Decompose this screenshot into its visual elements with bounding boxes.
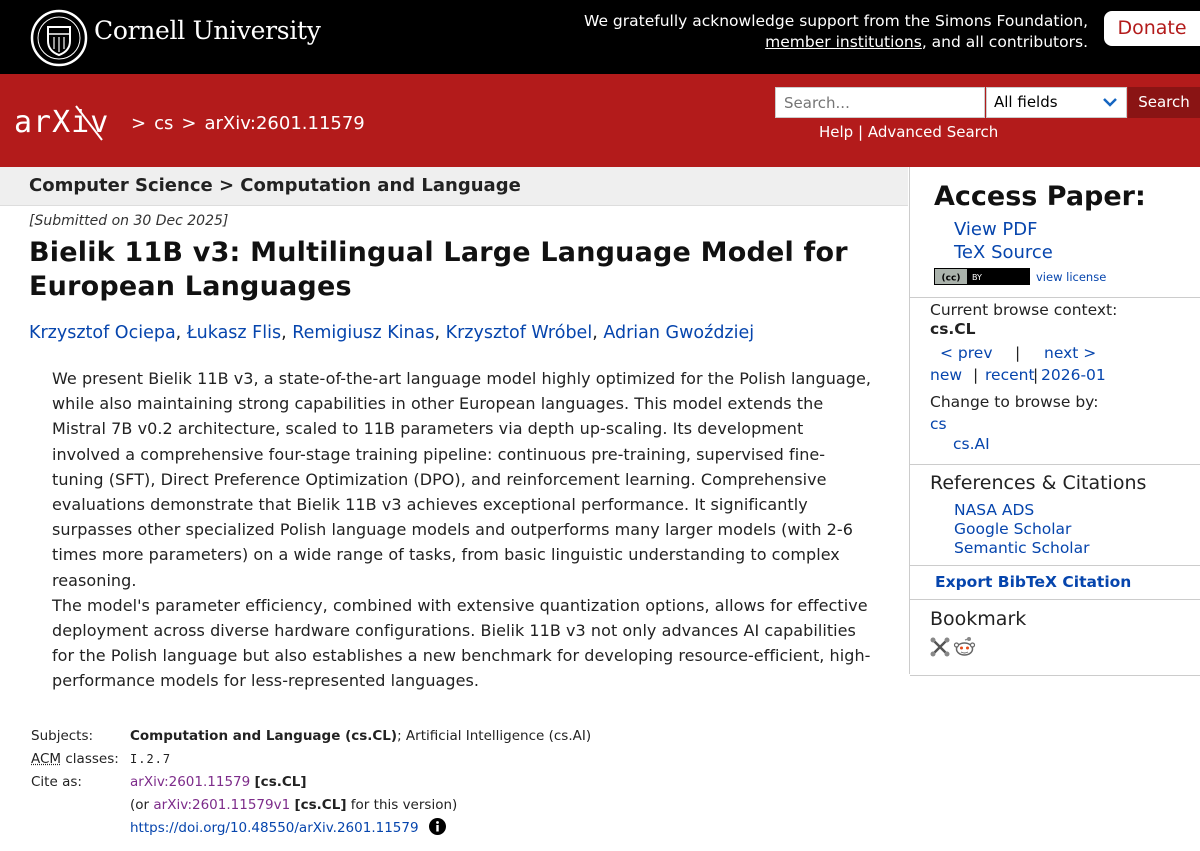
acm-label-rest: classes: <box>61 751 119 767</box>
export-bibtex-link[interactable]: Export BibTeX Citation <box>935 573 1131 591</box>
month-link[interactable]: 2026-01 <box>1041 366 1106 384</box>
breadcrumb-arxiv-id: arXiv:2601.11579 <box>204 113 364 134</box>
cite-version-link[interactable]: arXiv:2601.11579v1 <box>153 797 290 813</box>
member-institutions-link[interactable]: member institutions <box>765 33 922 51</box>
prev-link[interactable]: < prev <box>940 344 993 362</box>
reddit-icon[interactable] <box>953 635 976 658</box>
author-link[interactable]: Adrian Gwoździej <box>603 323 754 343</box>
subject-header: Computer Science > Computation and Langu… <box>0 167 908 206</box>
cite-version-close: for this version) <box>347 797 458 813</box>
info-icon[interactable] <box>429 818 446 835</box>
references-box: References & Citations NASA ADS Google S… <box>910 464 1200 566</box>
cite-id-link[interactable]: arXiv:2601.11579 <box>130 774 250 790</box>
cornell-wordmark[interactable]: Cornell University <box>94 16 321 45</box>
nav-separator: | <box>1033 366 1038 384</box>
svg-text:BY: BY <box>972 273 982 282</box>
bibsonomy-icon[interactable] <box>930 637 950 657</box>
svg-text:(cc): (cc) <box>942 274 961 284</box>
tex-source-link[interactable]: TeX Source <box>954 242 1053 263</box>
abstract: We present Bielik 11B v3, a state-of-the… <box>52 366 872 694</box>
author-list: Krzysztof Ociepa, Łukasz Flis, Remigiusz… <box>29 323 754 343</box>
author-link[interactable]: Krzysztof Ociepa <box>29 323 176 343</box>
submission-date: [Submitted on 30 Dec 2025] <box>29 213 228 229</box>
search-field-value: All fields <box>994 93 1058 111</box>
subjects-value: Computation and Language (cs.CL); Artifi… <box>130 725 591 748</box>
view-license-link[interactable]: view license <box>1036 270 1106 284</box>
nav-separator: | <box>973 366 978 384</box>
search-button[interactable]: Search <box>1128 87 1200 118</box>
search-field-select[interactable]: All fields <box>986 87 1127 118</box>
primary-subject: Computation and Language (cs.CL) <box>130 728 397 744</box>
browse-context-box: Current browse context: cs.CL < prev | n… <box>910 297 1200 465</box>
cite-label: Cite as: <box>31 771 127 794</box>
acknowledgement-text: We gratefully acknowledge support from t… <box>568 11 1088 53</box>
breadcrumb-cs[interactable]: cs <box>154 113 173 134</box>
nasa-ads-link[interactable]: NASA ADS <box>954 501 1034 519</box>
cornell-seal-icon[interactable] <box>30 9 88 67</box>
breadcrumb: > cs > arXiv:2601.11579 <box>131 113 373 134</box>
breadcrumb-separator: > <box>181 113 196 134</box>
cc-by-license-icon[interactable]: (cc) BY <box>934 268 1030 285</box>
cite-version-open: (or <box>130 797 153 813</box>
new-link[interactable]: new <box>930 366 962 384</box>
author-link[interactable]: Remigiusz Kinas <box>292 323 434 343</box>
change-browse-label: Change to browse by: <box>930 393 1098 411</box>
arxiv-logo-icon[interactable]: arXiv <box>14 104 126 142</box>
sidebar: Access Paper: View PDF TeX Source (cc) B… <box>909 167 1200 674</box>
cite-category: [cs.CL] <box>255 774 307 790</box>
browse-context-value: cs.CL <box>930 320 976 338</box>
references-title: References & Citations <box>930 472 1146 494</box>
secondary-subject: ; Artificial Intelligence (cs.AI) <box>397 728 591 744</box>
advanced-search-link[interactable]: Advanced Search <box>868 123 998 141</box>
help-link[interactable]: Help <box>819 123 853 141</box>
chevron-down-icon <box>1102 94 1118 110</box>
svg-text:arXiv: arXiv <box>14 105 109 140</box>
search-input[interactable] <box>775 87 985 118</box>
doi-value: https://doi.org/10.48550/arXiv.2601.1157… <box>130 817 446 840</box>
access-paper-box: Access Paper: View PDF TeX Source (cc) B… <box>910 167 1200 297</box>
next-link[interactable]: next > <box>1044 344 1096 362</box>
acm-value: I.2.7 <box>130 748 171 771</box>
subject-header-text: Computer Science > Computation and Langu… <box>29 175 521 196</box>
acm-abbr[interactable]: ACM <box>31 751 61 767</box>
ack-line-1: We gratefully acknowledge support from t… <box>584 12 1088 30</box>
browse-cs-ai-link[interactable]: cs.AI <box>953 435 990 453</box>
cite-version-value: (or arXiv:2601.11579v1 [cs.CL] for this … <box>130 794 457 817</box>
bookmark-box: Bookmark <box>910 599 1200 676</box>
google-scholar-link[interactable]: Google Scholar <box>954 520 1071 538</box>
abstract-paragraph: The model's parameter efficiency, combin… <box>52 593 872 694</box>
browse-cs-link[interactable]: cs <box>930 415 947 433</box>
semantic-scholar-link[interactable]: Semantic Scholar <box>954 539 1089 557</box>
doi-link[interactable]: https://doi.org/10.48550/arXiv.2601.1157… <box>130 820 419 836</box>
author-link[interactable]: Krzysztof Wróbel <box>446 323 593 343</box>
nav-separator: | <box>1015 344 1020 362</box>
arxiv-header: arXiv > cs > arXiv:2601.11579 All fields Se… <box>0 74 1200 167</box>
recent-link[interactable]: recent <box>985 366 1035 384</box>
bibtex-box: Export BibTeX Citation <box>910 565 1200 600</box>
cornell-top-bar: Cornell University We gratefully acknowl… <box>0 0 1200 74</box>
subjects-label: Subjects: <box>31 725 127 748</box>
browse-context-label: Current browse context: <box>930 301 1117 319</box>
acm-label: ACM classes: <box>31 748 127 771</box>
abstract-paragraph: We present Bielik 11B v3, a state-of-the… <box>52 366 872 593</box>
author-link[interactable]: Łukasz Flis <box>187 323 281 343</box>
access-paper-title: Access Paper: <box>934 181 1146 212</box>
view-pdf-link[interactable]: View PDF <box>954 219 1038 240</box>
cite-value: arXiv:2601.11579 [cs.CL] <box>130 771 307 794</box>
paper-title: Bielik 11B v3: Multilingual Large Langua… <box>29 236 889 304</box>
cite-version-category: [cs.CL] <box>294 797 346 813</box>
link-separator: | <box>858 123 863 141</box>
ack-line-2: , and all contributors. <box>922 33 1088 51</box>
help-links: Help | Advanced Search <box>819 123 998 141</box>
breadcrumb-separator: > <box>131 113 146 134</box>
bookmark-title: Bookmark <box>930 608 1026 630</box>
donate-button[interactable]: Donate <box>1104 11 1200 46</box>
